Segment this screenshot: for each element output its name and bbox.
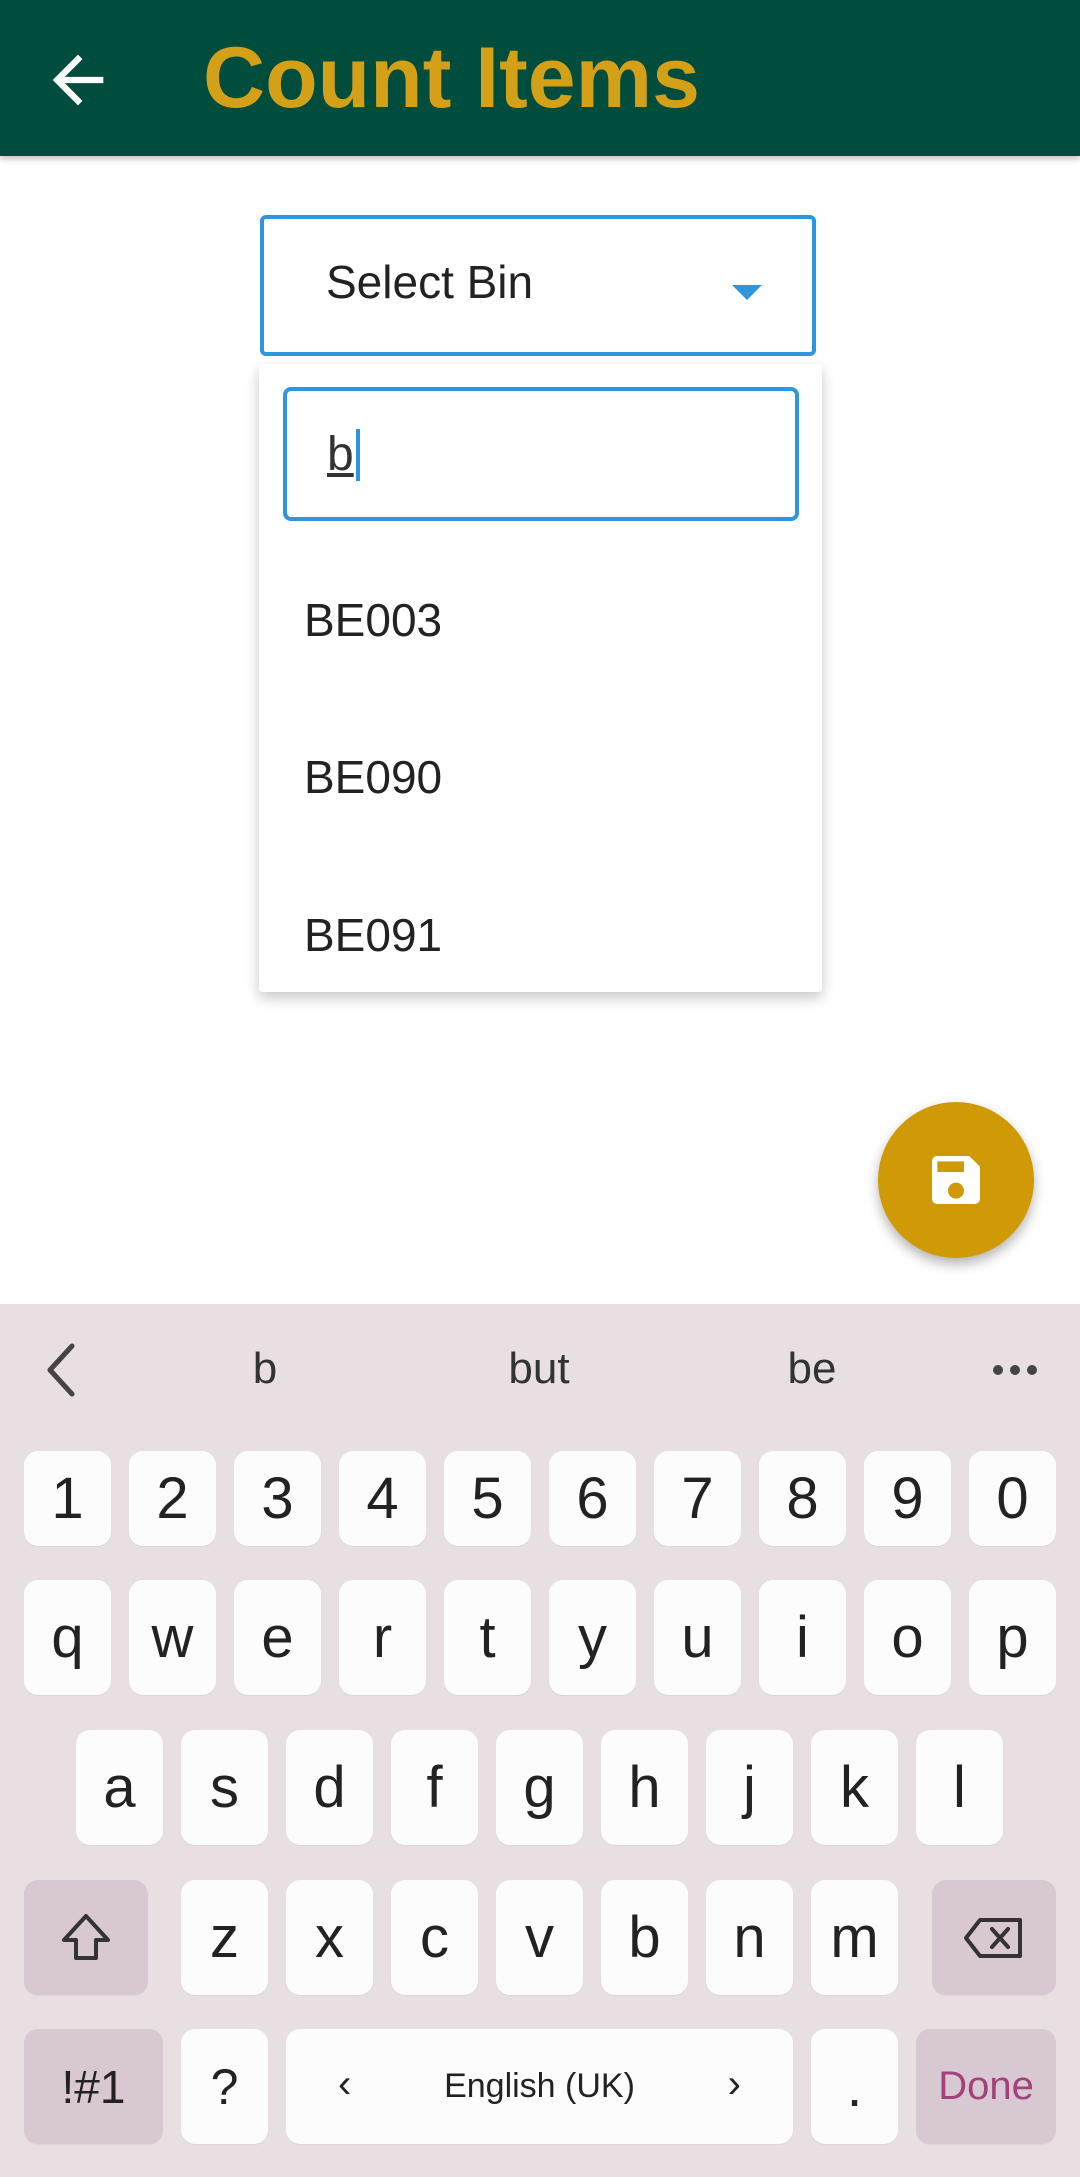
- key-i[interactable]: i: [759, 1580, 846, 1695]
- space-bar[interactable]: ‹ English (UK) ›: [286, 2029, 793, 2144]
- done-key[interactable]: Done: [916, 2029, 1056, 2144]
- bin-option[interactable]: BE090: [304, 749, 442, 805]
- bin-select[interactable]: Select Bin: [260, 215, 816, 356]
- save-button[interactable]: [878, 1102, 1034, 1258]
- key-8[interactable]: 8: [759, 1451, 846, 1546]
- key-1[interactable]: 1: [24, 1451, 111, 1546]
- key-question[interactable]: ?: [181, 2029, 268, 2144]
- key-0[interactable]: 0: [969, 1451, 1056, 1546]
- caret-down-icon: [732, 285, 762, 300]
- key-p[interactable]: p: [969, 1580, 1056, 1695]
- bin-search-value: b: [327, 428, 354, 481]
- key-a[interactable]: a: [76, 1730, 163, 1845]
- back-button[interactable]: [40, 42, 116, 118]
- key-9[interactable]: 9: [864, 1451, 951, 1546]
- key-o[interactable]: o: [864, 1580, 951, 1695]
- key-x[interactable]: x: [286, 1880, 373, 1995]
- key-n[interactable]: n: [706, 1880, 793, 1995]
- key-period[interactable]: .: [811, 2029, 898, 2144]
- key-c[interactable]: c: [391, 1880, 478, 1995]
- bin-dropdown-menu: b BE003 BE090 BE091: [259, 364, 822, 992]
- more-options-button[interactable]: [990, 1362, 1040, 1383]
- backspace-key[interactable]: [932, 1880, 1056, 1995]
- shift-arrow-icon: [62, 1913, 110, 1960]
- suggestion-item[interactable]: be: [788, 1344, 837, 1394]
- key-h[interactable]: h: [601, 1730, 688, 1845]
- suggestion-item[interactable]: but: [508, 1344, 569, 1394]
- text-cursor: [355, 429, 360, 481]
- key-f[interactable]: f: [391, 1730, 478, 1845]
- bin-search-input[interactable]: b: [283, 387, 799, 521]
- chevron-left-icon: [47, 1343, 75, 1397]
- key-7[interactable]: 7: [654, 1451, 741, 1546]
- key-w[interactable]: w: [129, 1580, 216, 1695]
- more-horizontal-icon: [993, 1365, 1037, 1375]
- shift-key[interactable]: [24, 1880, 148, 1995]
- key-6[interactable]: 6: [549, 1451, 636, 1546]
- chevron-right-icon: ›: [727, 2062, 741, 2106]
- bin-option[interactable]: BE091: [304, 907, 442, 963]
- key-3[interactable]: 3: [234, 1451, 321, 1546]
- bin-option[interactable]: BE003: [304, 592, 442, 648]
- suggestion-item[interactable]: b: [253, 1344, 277, 1394]
- key-t[interactable]: t: [444, 1580, 531, 1695]
- bin-select-label: Select Bin: [326, 256, 534, 308]
- key-v[interactable]: v: [496, 1880, 583, 1995]
- key-l[interactable]: l: [916, 1730, 1003, 1845]
- arrow-left-icon: [52, 54, 104, 106]
- app-bar: Count Items: [0, 0, 1080, 156]
- key-d[interactable]: d: [286, 1730, 373, 1845]
- page-title: Count Items: [203, 30, 700, 126]
- save-icon: [932, 1156, 980, 1204]
- key-b[interactable]: b: [601, 1880, 688, 1995]
- key-5[interactable]: 5: [444, 1451, 531, 1546]
- key-e[interactable]: e: [234, 1580, 321, 1695]
- key-u[interactable]: u: [654, 1580, 741, 1695]
- chevron-left-icon: ‹: [338, 2062, 352, 2106]
- key-4[interactable]: 4: [339, 1451, 426, 1546]
- key-y[interactable]: y: [549, 1580, 636, 1695]
- key-2[interactable]: 2: [129, 1451, 216, 1546]
- soft-keyboard: b but be 1 2 3 4 5 6 7 8 9 0 q w e r t y…: [0, 1304, 1080, 2177]
- key-z[interactable]: z: [181, 1880, 268, 1995]
- key-g[interactable]: g: [496, 1730, 583, 1845]
- key-j[interactable]: j: [706, 1730, 793, 1845]
- key-k[interactable]: k: [811, 1730, 898, 1845]
- key-m[interactable]: m: [811, 1880, 898, 1995]
- symbols-key[interactable]: !#1: [24, 2029, 163, 2144]
- suggestions-back-button[interactable]: [40, 1340, 84, 1405]
- key-q[interactable]: q: [24, 1580, 111, 1695]
- backspace-icon: [964, 1917, 1022, 1958]
- language-label: English (UK): [444, 2067, 635, 2105]
- key-r[interactable]: r: [339, 1580, 426, 1695]
- key-s[interactable]: s: [181, 1730, 268, 1845]
